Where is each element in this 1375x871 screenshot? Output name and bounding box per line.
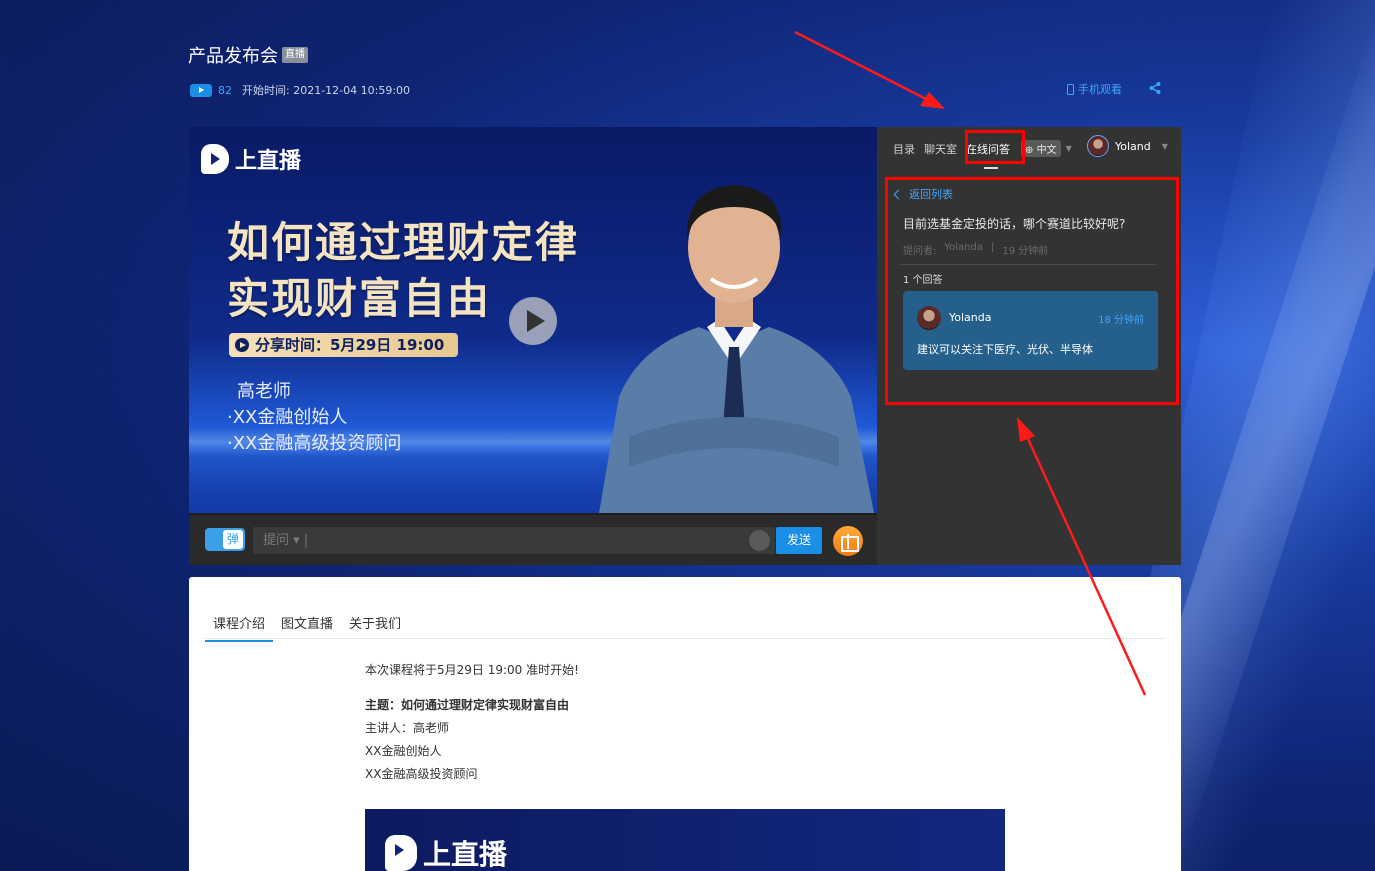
tab-catalog[interactable]: 目录 [893,141,915,157]
start-time: 开始时间: 2021-12-04 10:59:00 [242,84,411,97]
highlight-box-qa-panel [885,177,1179,405]
chevron-down-icon[interactable]: ▼ [1066,144,1072,153]
mobile-watch-label: 手机观看 [1078,83,1122,96]
course-banner-image: 上直播 [365,809,1005,871]
language-selector[interactable]: ⊕ 中文 [1021,140,1061,157]
logo-mark-icon [201,144,229,174]
teacher-titles: ·XX金融创始人 ·XX金融高级投资顾问 [227,405,401,457]
page-title-text: 产品发布会 [188,46,278,67]
gift-icon[interactable] [833,526,863,556]
share-time-label: 分享时间：5月29日 19:00 [229,333,459,357]
teacher-title-2: ·XX金融高级投资顾问 [227,433,402,454]
live-badge: 直播 [282,47,308,63]
user-name: Yoland [1115,139,1151,153]
headline-line-1: 如何通过理财定律 [227,218,580,267]
brand-logo: 上直播 [385,833,507,871]
ask-input[interactable]: 提问 ▾ | [253,527,775,554]
video-player[interactable]: 上直播 如何通过理财定律 实现财富自由 分享时间：5月29日 19:00 高老师… [189,127,877,513]
user-avatar [1087,135,1109,157]
teacher-name: 高老师 [237,381,291,402]
danmu-toggle-knob: 弹 [223,530,243,549]
user-menu[interactable]: Yoland ▼ [1087,135,1168,157]
brand-logo: 上直播 [201,143,301,175]
logo-mark-icon [385,835,417,871]
phone-icon [1067,83,1074,95]
emoji-icon[interactable] [749,530,770,551]
content-card: 课程介绍 图文直播 关于我们 本次课程将于5月29日 19:00 准时开始! 主… [189,577,1181,871]
video-play-icon [190,83,212,97]
intro-topic: 主题：如何通过理财定律实现财富自由 [365,698,570,712]
teacher-title-1: ·XX金融创始人 [227,407,348,428]
danmu-toggle[interactable]: 弹 [205,528,245,551]
intro-line: 本次课程将于5月29日 19:00 准时开始! [365,663,579,677]
meta-row: 82 开始时间: 2021-12-04 10:59:00 [190,82,410,98]
annotation-arrow-line [794,30,931,103]
annotation-arrow-head [920,92,945,109]
mobile-watch-link[interactable]: 手机观看 [1067,81,1122,97]
intro-host: 主讲人：高老师 [365,721,450,735]
logo-text: 上直播 [423,838,508,871]
course-intro: 本次课程将于5月29日 19:00 准时开始! 主题：如何通过理财定律实现财富自… [365,659,579,786]
player-control-bar: 弹 提问 ▾ | 发送 [189,513,877,565]
play-button[interactable] [509,297,557,345]
intro-line: XX金融高级投资顾问 [365,767,478,781]
highlight-box-qa-tab [965,130,1025,164]
view-count: 82 [218,83,232,97]
page-title: 产品发布会 直播 [188,42,308,68]
intro-line: XX金融创始人 [365,744,442,758]
logo-text: 上直播 [235,149,302,174]
presenter-image [599,185,874,513]
tab-chatroom[interactable]: 聊天室 [924,141,957,157]
language-label: 中文 [1036,145,1057,156]
send-button[interactable]: 发送 [776,527,822,554]
share-icon[interactable] [1148,81,1162,95]
tabs-underline [205,638,1165,639]
chevron-down-icon: ▼ [1161,141,1168,151]
